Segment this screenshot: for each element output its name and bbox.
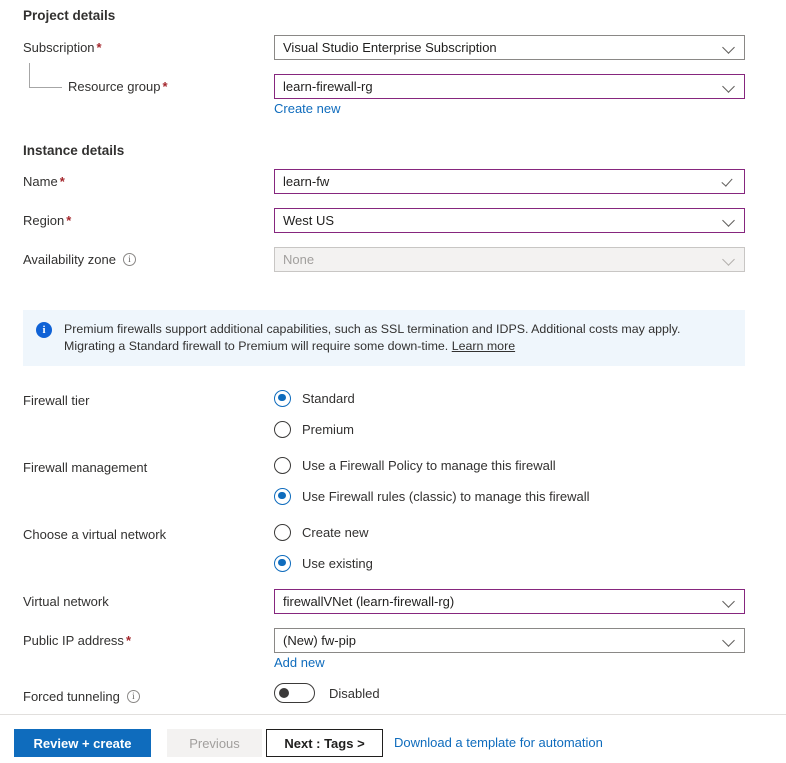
download-template-link[interactable]: Download a template for automation [394, 735, 603, 750]
region-label-text: Region [23, 213, 65, 228]
name-label-text: Name [23, 174, 58, 189]
radio-option-create-new-vnet[interactable]: Create new [274, 520, 373, 544]
create-new-resource-group-link[interactable]: Create new [274, 101, 340, 116]
availability-zone-label: Availability zone [23, 252, 136, 268]
radio-indicator-firewall-rules-classic[interactable] [274, 487, 291, 505]
premium-info-banner: Premium firewalls support additional cap… [23, 310, 745, 366]
forced-tunneling-toggle[interactable] [274, 683, 315, 703]
public-ip-value: (New) fw-pip [283, 633, 356, 648]
chevron-down-icon [723, 80, 736, 93]
firewall-tier-label: Firewall tier [23, 393, 90, 408]
resource-group-value: learn-firewall-rg [283, 79, 373, 94]
public-ip-required-asterisk: * [125, 633, 131, 648]
forced-tunneling-label-text: Forced tunneling [23, 689, 120, 704]
radio-option-firewall-policy[interactable]: Use a Firewall Policy to manage this fir… [274, 453, 590, 477]
next-tags-button[interactable]: Next : Tags > [266, 729, 383, 757]
region-required-asterisk: * [66, 213, 72, 228]
chevron-down-icon [723, 41, 736, 54]
info-icon[interactable] [126, 690, 140, 703]
radio-option-premium[interactable]: Premium [274, 417, 355, 441]
banner-message-text: Premium firewalls support additional cap… [64, 322, 681, 353]
virtual-network-dropdown[interactable]: firewallVNet (learn-firewall-rg) [274, 589, 745, 614]
radio-label-firewall-rules-classic: Use Firewall rules (classic) to manage t… [302, 488, 590, 504]
name-value: learn-fw [283, 174, 330, 189]
resource-group-label: Resource group * [68, 79, 168, 95]
subscription-label-text: Subscription [23, 40, 95, 55]
info-icon[interactable] [122, 253, 136, 266]
form-action-bar: Review + create Previous Next : Tags > D… [0, 714, 786, 763]
section-title-project-details: Project details [23, 8, 116, 23]
section-title-instance-details: Instance details [23, 143, 125, 158]
radio-indicator-standard[interactable] [274, 389, 291, 407]
radio-indicator-use-existing-vnet[interactable] [274, 554, 291, 572]
resource-group-label-text: Resource group [68, 79, 161, 94]
info-circle-icon [36, 322, 52, 338]
radio-label-standard: Standard [302, 390, 355, 406]
chevron-down-icon [723, 214, 736, 227]
resource-group-required-asterisk: * [162, 79, 168, 94]
radio-label-firewall-policy: Use a Firewall Policy to manage this fir… [302, 457, 556, 473]
add-new-public-ip-link[interactable]: Add new [274, 655, 325, 670]
radio-indicator-create-new-vnet[interactable] [274, 523, 291, 541]
review-create-button[interactable]: Review + create [14, 729, 151, 757]
subscription-label: Subscription * [23, 40, 102, 56]
virtual-network-label: Virtual network [23, 594, 109, 609]
radio-label-use-existing-vnet: Use existing [302, 555, 373, 571]
forced-tunneling-state: Disabled [329, 685, 380, 701]
radio-label-create-new-vnet: Create new [302, 524, 369, 540]
checkmark-valid-icon [722, 175, 736, 189]
virtual-network-value: firewallVNet (learn-firewall-rg) [283, 594, 455, 609]
name-label: Name * [23, 174, 65, 190]
public-ip-dropdown[interactable]: (New) fw-pip [274, 628, 745, 653]
availability-zone-value: None [283, 252, 315, 267]
region-value: West US [283, 213, 335, 228]
radio-option-firewall-rules-classic[interactable]: Use Firewall rules (classic) to manage t… [274, 484, 590, 508]
name-input[interactable]: learn-fw [274, 169, 745, 194]
learn-more-link[interactable]: Learn more [452, 339, 515, 353]
firewall-management-label: Firewall management [23, 460, 148, 475]
name-required-asterisk: * [59, 174, 65, 189]
radio-indicator-premium[interactable] [274, 420, 291, 438]
region-label: Region * [23, 213, 71, 229]
availability-zone-dropdown: None [274, 247, 745, 272]
firewall-management-radio-group: Use a Firewall Policy to manage this fir… [274, 453, 590, 515]
availability-zone-label-text: Availability zone [23, 252, 116, 267]
radio-label-premium: Premium [302, 421, 355, 437]
forced-tunneling-toggle-wrap: Disabled [274, 683, 380, 703]
radio-indicator-firewall-policy[interactable] [274, 456, 291, 474]
public-ip-label-text: Public IP address [23, 633, 124, 648]
choose-virtual-network-radio-group: Create new Use existing [274, 520, 373, 582]
choose-virtual-network-label: Choose a virtual network [23, 527, 167, 542]
subscription-dropdown[interactable]: Visual Studio Enterprise Subscription [274, 35, 745, 60]
radio-option-standard[interactable]: Standard [274, 386, 355, 410]
public-ip-label: Public IP address * [23, 633, 131, 649]
chevron-down-icon [723, 595, 736, 608]
previous-button: Previous [167, 729, 262, 757]
banner-message: Premium firewalls support additional cap… [64, 321, 731, 366]
chevron-down-icon [723, 253, 736, 266]
radio-option-use-existing-vnet[interactable]: Use existing [274, 551, 373, 575]
firewall-tier-radio-group: Standard Premium [274, 386, 355, 448]
subscription-value: Visual Studio Enterprise Subscription [283, 40, 497, 55]
region-dropdown[interactable]: West US [274, 208, 745, 233]
chevron-down-icon [723, 634, 736, 647]
resource-group-tree-connector [29, 63, 62, 88]
subscription-required-asterisk: * [96, 40, 102, 55]
forced-tunneling-label: Forced tunneling [23, 689, 140, 705]
resource-group-dropdown[interactable]: learn-firewall-rg [274, 74, 745, 99]
azure-create-firewall-form: Project details Subscription * Visual Stu… [0, 0, 786, 763]
